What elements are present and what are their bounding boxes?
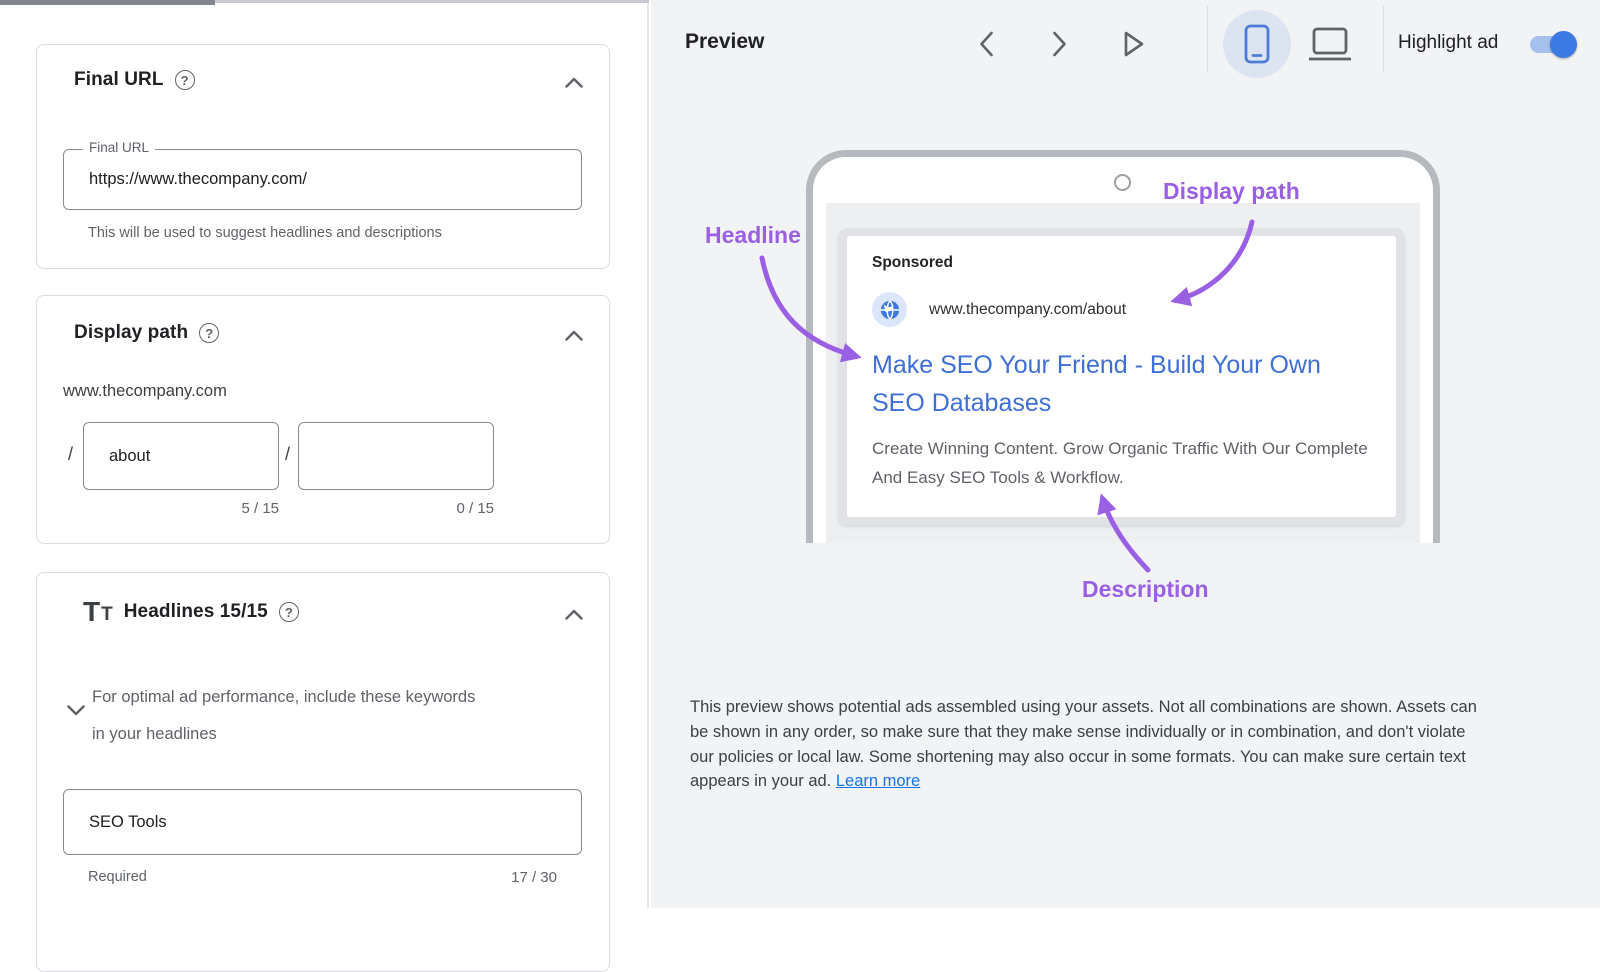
- final-url-card-header: Final URL ?: [74, 69, 195, 91]
- keywords-hint-line1: For optimal ad performance, include thes…: [92, 679, 597, 716]
- final-url-input[interactable]: [64, 150, 581, 209]
- text-format-icon: TT: [83, 599, 113, 625]
- phone-mockup: Sponsored www.thecompany.com/about Make …: [806, 150, 1440, 543]
- ad-preview-card: Sponsored www.thecompany.com/about Make …: [847, 236, 1396, 517]
- sponsored-label: Sponsored: [872, 254, 953, 272]
- chevron-up-icon: [565, 330, 583, 341]
- preview-title: Preview: [685, 30, 764, 54]
- collapse-section-button[interactable]: [561, 603, 587, 625]
- highlight-ad-toggle[interactable]: [1530, 36, 1576, 53]
- header-divider: [1207, 6, 1208, 72]
- chevron-up-icon: [565, 77, 583, 88]
- final-url-card-title: Final URL: [74, 69, 164, 91]
- description-annotation-label: Description: [1082, 576, 1209, 603]
- chevron-right-icon: [1052, 31, 1067, 57]
- collapse-section-button[interactable]: [561, 71, 587, 93]
- next-ad-button[interactable]: [1040, 26, 1078, 62]
- asset-editor-panel: Final URL ? Final URL This will be used …: [0, 0, 649, 908]
- toggle-thumb: [1550, 31, 1577, 58]
- help-icon[interactable]: ?: [279, 602, 299, 622]
- play-icon: [1123, 30, 1145, 58]
- headlines-card-header: TT Headlines 15/15 ?: [83, 599, 299, 625]
- mobile-phone-icon: [1244, 24, 1270, 64]
- path2-field-wrap: [298, 422, 494, 490]
- keywords-expander-button[interactable]: [63, 697, 89, 723]
- preview-disclaimer: This preview shows potential ads assembl…: [690, 695, 1490, 794]
- path2-input[interactable]: [299, 423, 493, 489]
- display-path-card-header: Display path ?: [74, 322, 219, 344]
- headline-char-counter: 17 / 30: [511, 869, 557, 886]
- preview-panel: Preview Highlight ad: [651, 0, 1600, 908]
- learn-more-link[interactable]: Learn more: [836, 772, 920, 790]
- headlines-card: TT Headlines 15/15 ? For optimal ad perf…: [36, 572, 610, 972]
- header-divider: [1383, 6, 1384, 72]
- chevron-up-icon: [565, 609, 583, 620]
- help-icon[interactable]: ?: [175, 70, 195, 90]
- path-separator: /: [68, 444, 73, 465]
- path1-field-wrap: [83, 422, 279, 490]
- laptop-icon: [1307, 26, 1353, 62]
- ad-description: Create Winning Content. Grow Organic Tra…: [872, 434, 1374, 492]
- globe-icon: [872, 292, 907, 327]
- headline-annotation-label: Headline: [705, 222, 801, 249]
- top-scroll-indicator: [0, 0, 215, 5]
- mobile-preview-button[interactable]: [1223, 10, 1291, 78]
- chevron-left-icon: [979, 31, 994, 57]
- display-path-card-title: Display path: [74, 322, 188, 344]
- final-url-card: Final URL ? Final URL This will be used …: [36, 44, 610, 269]
- display-path-annotation-label: Display path: [1163, 178, 1300, 205]
- collapse-section-button[interactable]: [561, 324, 587, 346]
- headline-input[interactable]: [64, 790, 581, 854]
- chevron-down-icon: [67, 705, 85, 716]
- headlines-card-title: Headlines 15/15: [124, 601, 268, 623]
- keywords-hint-text: For optimal ad performance, include thes…: [92, 679, 597, 753]
- headline-field-wrap: [63, 789, 582, 855]
- final-url-field-wrap: Final URL: [63, 149, 582, 210]
- play-preview-button[interactable]: [1115, 26, 1153, 62]
- display-path-card: Display path ? www.thecompany.com / / 5 …: [36, 295, 610, 544]
- highlight-ad-label: Highlight ad: [1398, 32, 1498, 54]
- disclaimer-text: This preview shows potential ads assembl…: [690, 698, 1477, 790]
- path1-input[interactable]: [84, 423, 278, 489]
- path-separator: /: [285, 444, 290, 465]
- path2-char-counter: 0 / 15: [298, 500, 494, 517]
- previous-ad-button[interactable]: [967, 26, 1005, 62]
- phone-camera-dot: [1114, 174, 1131, 191]
- ad-headline[interactable]: Make SEO Your Friend - Build Your Own SE…: [872, 346, 1357, 422]
- desktop-preview-button[interactable]: [1296, 10, 1364, 78]
- keywords-hint-line2: in your headlines: [92, 716, 597, 753]
- help-icon[interactable]: ?: [199, 323, 219, 343]
- required-label: Required: [88, 869, 147, 885]
- ad-url-row: www.thecompany.com/about: [872, 292, 1126, 327]
- final-url-helper-text: This will be used to suggest headlines a…: [88, 225, 442, 241]
- final-url-field-label: Final URL: [83, 140, 155, 155]
- ad-preview-frame: Sponsored www.thecompany.com/about Make …: [838, 228, 1405, 525]
- path1-char-counter: 5 / 15: [83, 500, 279, 517]
- display-path-base-url: www.thecompany.com: [63, 382, 227, 401]
- ad-display-url: www.thecompany.com/about: [929, 301, 1126, 319]
